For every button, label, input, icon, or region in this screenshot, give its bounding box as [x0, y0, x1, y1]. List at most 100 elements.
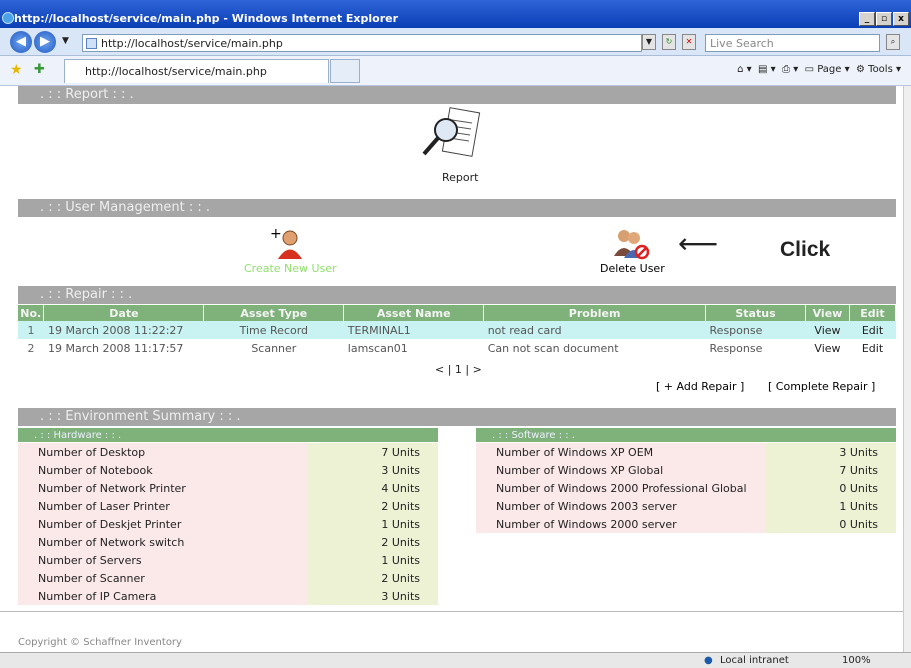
- minimize-button[interactable]: _: [859, 12, 875, 26]
- table-row[interactable]: 2 19 March 2008 11:17:57 Scanner lamscan…: [18, 339, 896, 357]
- env-value: 4 Units: [308, 479, 438, 497]
- forward-button[interactable]: ▶: [34, 31, 56, 53]
- create-user-icon[interactable]: +: [270, 226, 306, 260]
- table-row[interactable]: 1 19 March 2008 11:22:27 Time Record TER…: [18, 321, 896, 339]
- search-icon[interactable]: ⌕: [886, 34, 900, 50]
- vertical-scrollbar[interactable]: [903, 86, 911, 652]
- env-row: Number of Servers 1 Units: [18, 551, 438, 569]
- env-row: Number of Scanner 2 Units: [18, 569, 438, 587]
- env-label: Number of IP Camera: [18, 587, 308, 605]
- env-row: Number of Network switch 2 Units: [18, 533, 438, 551]
- env-label: Number of Windows XP OEM: [476, 443, 766, 461]
- search-placeholder: Live Search: [710, 37, 774, 50]
- favorites-star-icon[interactable]: ★: [10, 62, 23, 78]
- page-menu-label: Page: [817, 64, 842, 75]
- view-link[interactable]: View: [805, 339, 849, 357]
- window-title: http://localhost/service/main.php - Wind…: [14, 12, 399, 25]
- page-icon: [86, 38, 97, 49]
- env-value: 3 Units: [308, 461, 438, 479]
- report-section-header: . : : Report : : .: [18, 86, 896, 104]
- col-date: Date: [43, 305, 205, 321]
- edit-link[interactable]: Edit: [849, 321, 896, 339]
- delete-user-link[interactable]: Delete User: [600, 262, 665, 275]
- page-menu[interactable]: ▭ Page ▾: [805, 64, 850, 75]
- stop-icon[interactable]: ✕: [682, 34, 696, 50]
- col-asset-type: Asset Type: [203, 305, 345, 321]
- feeds-icon[interactable]: ▤ ▾: [758, 64, 776, 75]
- env-value: 7 Units: [766, 461, 896, 479]
- close-button[interactable]: x: [893, 12, 909, 26]
- command-bar: ⌂ ▾ ▤ ▾ ⎙ ▾ ▭ Page ▾ ⚙ Tools ▾: [737, 64, 901, 75]
- env-label: Number of Windows 2003 server: [476, 497, 766, 515]
- status-bar: ● Local intranet 100%: [0, 652, 911, 668]
- home-icon[interactable]: ⌂ ▾: [737, 64, 752, 75]
- env-row: Number of Windows 2003 server 1 Units: [476, 497, 896, 515]
- env-label: Number of Network Printer: [18, 479, 308, 497]
- address-dropdown-button[interactable]: ▼: [642, 34, 656, 50]
- create-new-user-link[interactable]: Create New User: [244, 262, 337, 275]
- environment-summary-section-header: . : : Environment Summary : : .: [18, 408, 896, 426]
- env-label: Number of Windows XP Global: [476, 461, 766, 479]
- edit-link[interactable]: Edit: [849, 339, 895, 357]
- tools-menu-label: Tools: [868, 64, 893, 75]
- tab-label: http://localhost/service/main.php: [85, 65, 267, 78]
- maximize-button[interactable]: ▫: [876, 12, 892, 26]
- add-favorite-icon[interactable]: ✚: [34, 62, 45, 77]
- env-value: 7 Units: [308, 443, 438, 461]
- view-link[interactable]: View: [805, 321, 850, 339]
- report-icon[interactable]: [422, 104, 492, 164]
- cell-asset-name: lamscan01: [347, 341, 408, 355]
- col-view: View: [805, 305, 850, 321]
- env-row: Number of Windows 2000 server 0 Units: [476, 515, 896, 533]
- new-tab-button[interactable]: [330, 59, 360, 83]
- copyright-text: Copyright © Schaffner Inventory: [18, 637, 182, 648]
- env-label: Number of Windows 2000 Professional Glob…: [476, 479, 766, 497]
- recent-pages-dropdown-icon[interactable]: ▼: [62, 36, 69, 46]
- print-icon[interactable]: ⎙ ▾: [782, 64, 798, 75]
- tab-main[interactable]: http://localhost/service/main.php: [64, 59, 329, 83]
- software-table: Number of Windows XP OEM 3 Units Number of…: [476, 443, 896, 533]
- cell-date: 19 March 2008 11:17:57: [47, 341, 184, 355]
- env-row: Number of Network Printer 4 Units: [18, 479, 438, 497]
- env-label: Number of Deskjet Printer: [18, 515, 308, 533]
- env-value: 3 Units: [308, 587, 438, 605]
- hardware-table: Number of Desktop 7 Units Number of Notebo…: [18, 443, 438, 605]
- back-button[interactable]: ◀: [10, 31, 32, 53]
- cell-asset-type: Scanner: [251, 341, 297, 355]
- col-asset-name: Asset Name: [343, 305, 485, 321]
- address-toolbar: ◀ ▶ ▼ http://localhost/service/main.php …: [0, 28, 911, 56]
- env-row: Number of Laser Printer 2 Units: [18, 497, 438, 515]
- delete-user-icon[interactable]: [612, 226, 652, 260]
- env-value: 2 Units: [308, 497, 438, 515]
- svg-text:+: +: [270, 226, 282, 242]
- complete-repair-link[interactable]: [ Complete Repair ]: [768, 380, 875, 393]
- cell-status: Response: [705, 321, 806, 339]
- env-row: Number of Deskjet Printer 1 Units: [18, 515, 438, 533]
- col-status: Status: [705, 305, 806, 321]
- annotation-click-label: Click: [780, 238, 831, 261]
- cell-no: 1: [18, 321, 44, 339]
- address-input[interactable]: http://localhost/service/main.php: [82, 34, 642, 52]
- col-no: No.: [18, 305, 45, 321]
- annotation-arrow-icon: ⟵: [678, 227, 719, 260]
- env-row: Number of Windows 2000 Professional Glob…: [476, 479, 896, 497]
- tools-menu[interactable]: ⚙ Tools ▾: [856, 64, 901, 75]
- live-search-input[interactable]: Live Search: [705, 34, 880, 52]
- footer-divider: [0, 611, 903, 612]
- env-label: Number of Laser Printer: [18, 497, 308, 515]
- refresh-icon[interactable]: ↻: [662, 34, 676, 50]
- repair-table: No. Date Asset Type Asset Name Problem S…: [18, 305, 897, 357]
- hardware-header: . : : Hardware : : .: [18, 428, 438, 442]
- favorites-bar: ★ ✚ http://localhost/service/main.php ⌂ …: [0, 56, 911, 86]
- env-row: Number of Desktop 7 Units: [18, 443, 438, 461]
- globe-icon: ●: [704, 655, 713, 666]
- report-link[interactable]: Report: [442, 171, 478, 184]
- env-row: Number of Notebook 3 Units: [18, 461, 438, 479]
- zoom-level[interactable]: 100%: [842, 655, 871, 666]
- cell-date: 19 March 2008 11:22:27: [43, 321, 204, 339]
- pagination[interactable]: < | 1 | >: [435, 363, 482, 376]
- cell-asset-type: Time Record: [203, 321, 344, 339]
- env-label: Number of Notebook: [18, 461, 308, 479]
- add-repair-link[interactable]: [ + Add Repair ]: [656, 380, 744, 393]
- env-value: 2 Units: [308, 569, 438, 587]
